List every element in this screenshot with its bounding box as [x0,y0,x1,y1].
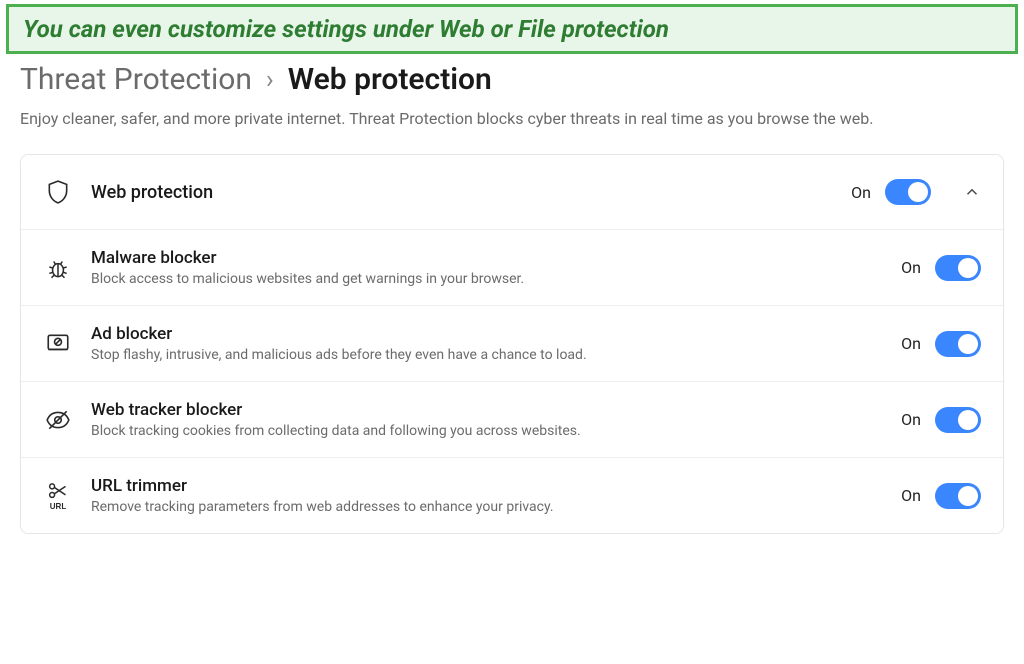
toggle-knob [958,258,978,278]
malware-blocker-toggle[interactable] [935,255,981,281]
setting-body: Ad blocker Stop flashy, intrusive, and m… [91,324,901,363]
toggle-knob [908,182,928,202]
setting-row-ad-blocker: Ad blocker Stop flashy, intrusive, and m… [21,306,1003,382]
setting-desc: Stop flashy, intrusive, and malicious ad… [91,347,901,363]
section-header-web-protection[interactable]: Web protection On [21,155,1003,230]
setting-desc: Block tracking cookies from collecting d… [91,423,901,439]
bug-icon [43,253,73,283]
chevron-up-icon[interactable] [963,183,981,201]
setting-controls: On [901,255,981,281]
svg-text:URL: URL [50,502,67,511]
setting-desc: Block access to malicious websites and g… [91,271,901,287]
toggle-knob [958,486,978,506]
setting-row-url-trimmer: URL URL trimmer Remove tracking paramete… [21,458,1003,533]
setting-body: URL trimmer Remove tracking parameters f… [91,476,901,515]
page-content: Threat Protection › Web protection Enjoy… [0,62,1024,534]
shield-icon [43,177,73,207]
setting-desc: Remove tracking parameters from web addr… [91,499,901,515]
setting-row-web-tracker-blocker: Web tracker blocker Block tracking cooki… [21,382,1003,458]
toggle-state-label: On [901,334,921,353]
section-header-title: Web protection [91,182,851,203]
toggle-knob [958,410,978,430]
monitor-block-icon [43,329,73,359]
web-tracker-blocker-toggle[interactable] [935,407,981,433]
toggle-state-label: On [901,410,921,429]
section-header-controls: On [851,179,981,205]
section-header-body: Web protection [91,182,851,203]
annotation-banner: You can even customize settings under We… [6,4,1018,54]
setting-controls: On [901,483,981,509]
setting-controls: On [901,331,981,357]
web-protection-toggle[interactable] [885,179,931,205]
setting-controls: On [901,407,981,433]
annotation-banner-text: You can even customize settings under We… [23,15,669,43]
scissors-url-icon: URL [43,481,73,511]
setting-title: Ad blocker [91,324,901,344]
breadcrumb-parent[interactable]: Threat Protection [20,62,252,97]
eye-off-icon [43,405,73,435]
toggle-state-label: On [901,258,921,277]
breadcrumb: Threat Protection › Web protection [20,62,1004,97]
setting-title: Malware blocker [91,248,901,268]
setting-body: Malware blocker Block access to maliciou… [91,248,901,287]
toggle-state-label: On [901,486,921,505]
breadcrumb-current: Web protection [288,62,492,97]
toggle-state-label: On [851,183,871,202]
setting-title: URL trimmer [91,476,901,496]
url-trimmer-toggle[interactable] [935,483,981,509]
setting-row-malware-blocker: Malware blocker Block access to maliciou… [21,230,1003,306]
chevron-right-icon: › [266,65,274,95]
setting-title: Web tracker blocker [91,400,901,420]
ad-blocker-toggle[interactable] [935,331,981,357]
page-description: Enjoy cleaner, safer, and more private i… [20,107,1000,130]
setting-body: Web tracker blocker Block tracking cooki… [91,400,901,439]
settings-panel: Web protection On [20,154,1004,534]
toggle-knob [958,334,978,354]
